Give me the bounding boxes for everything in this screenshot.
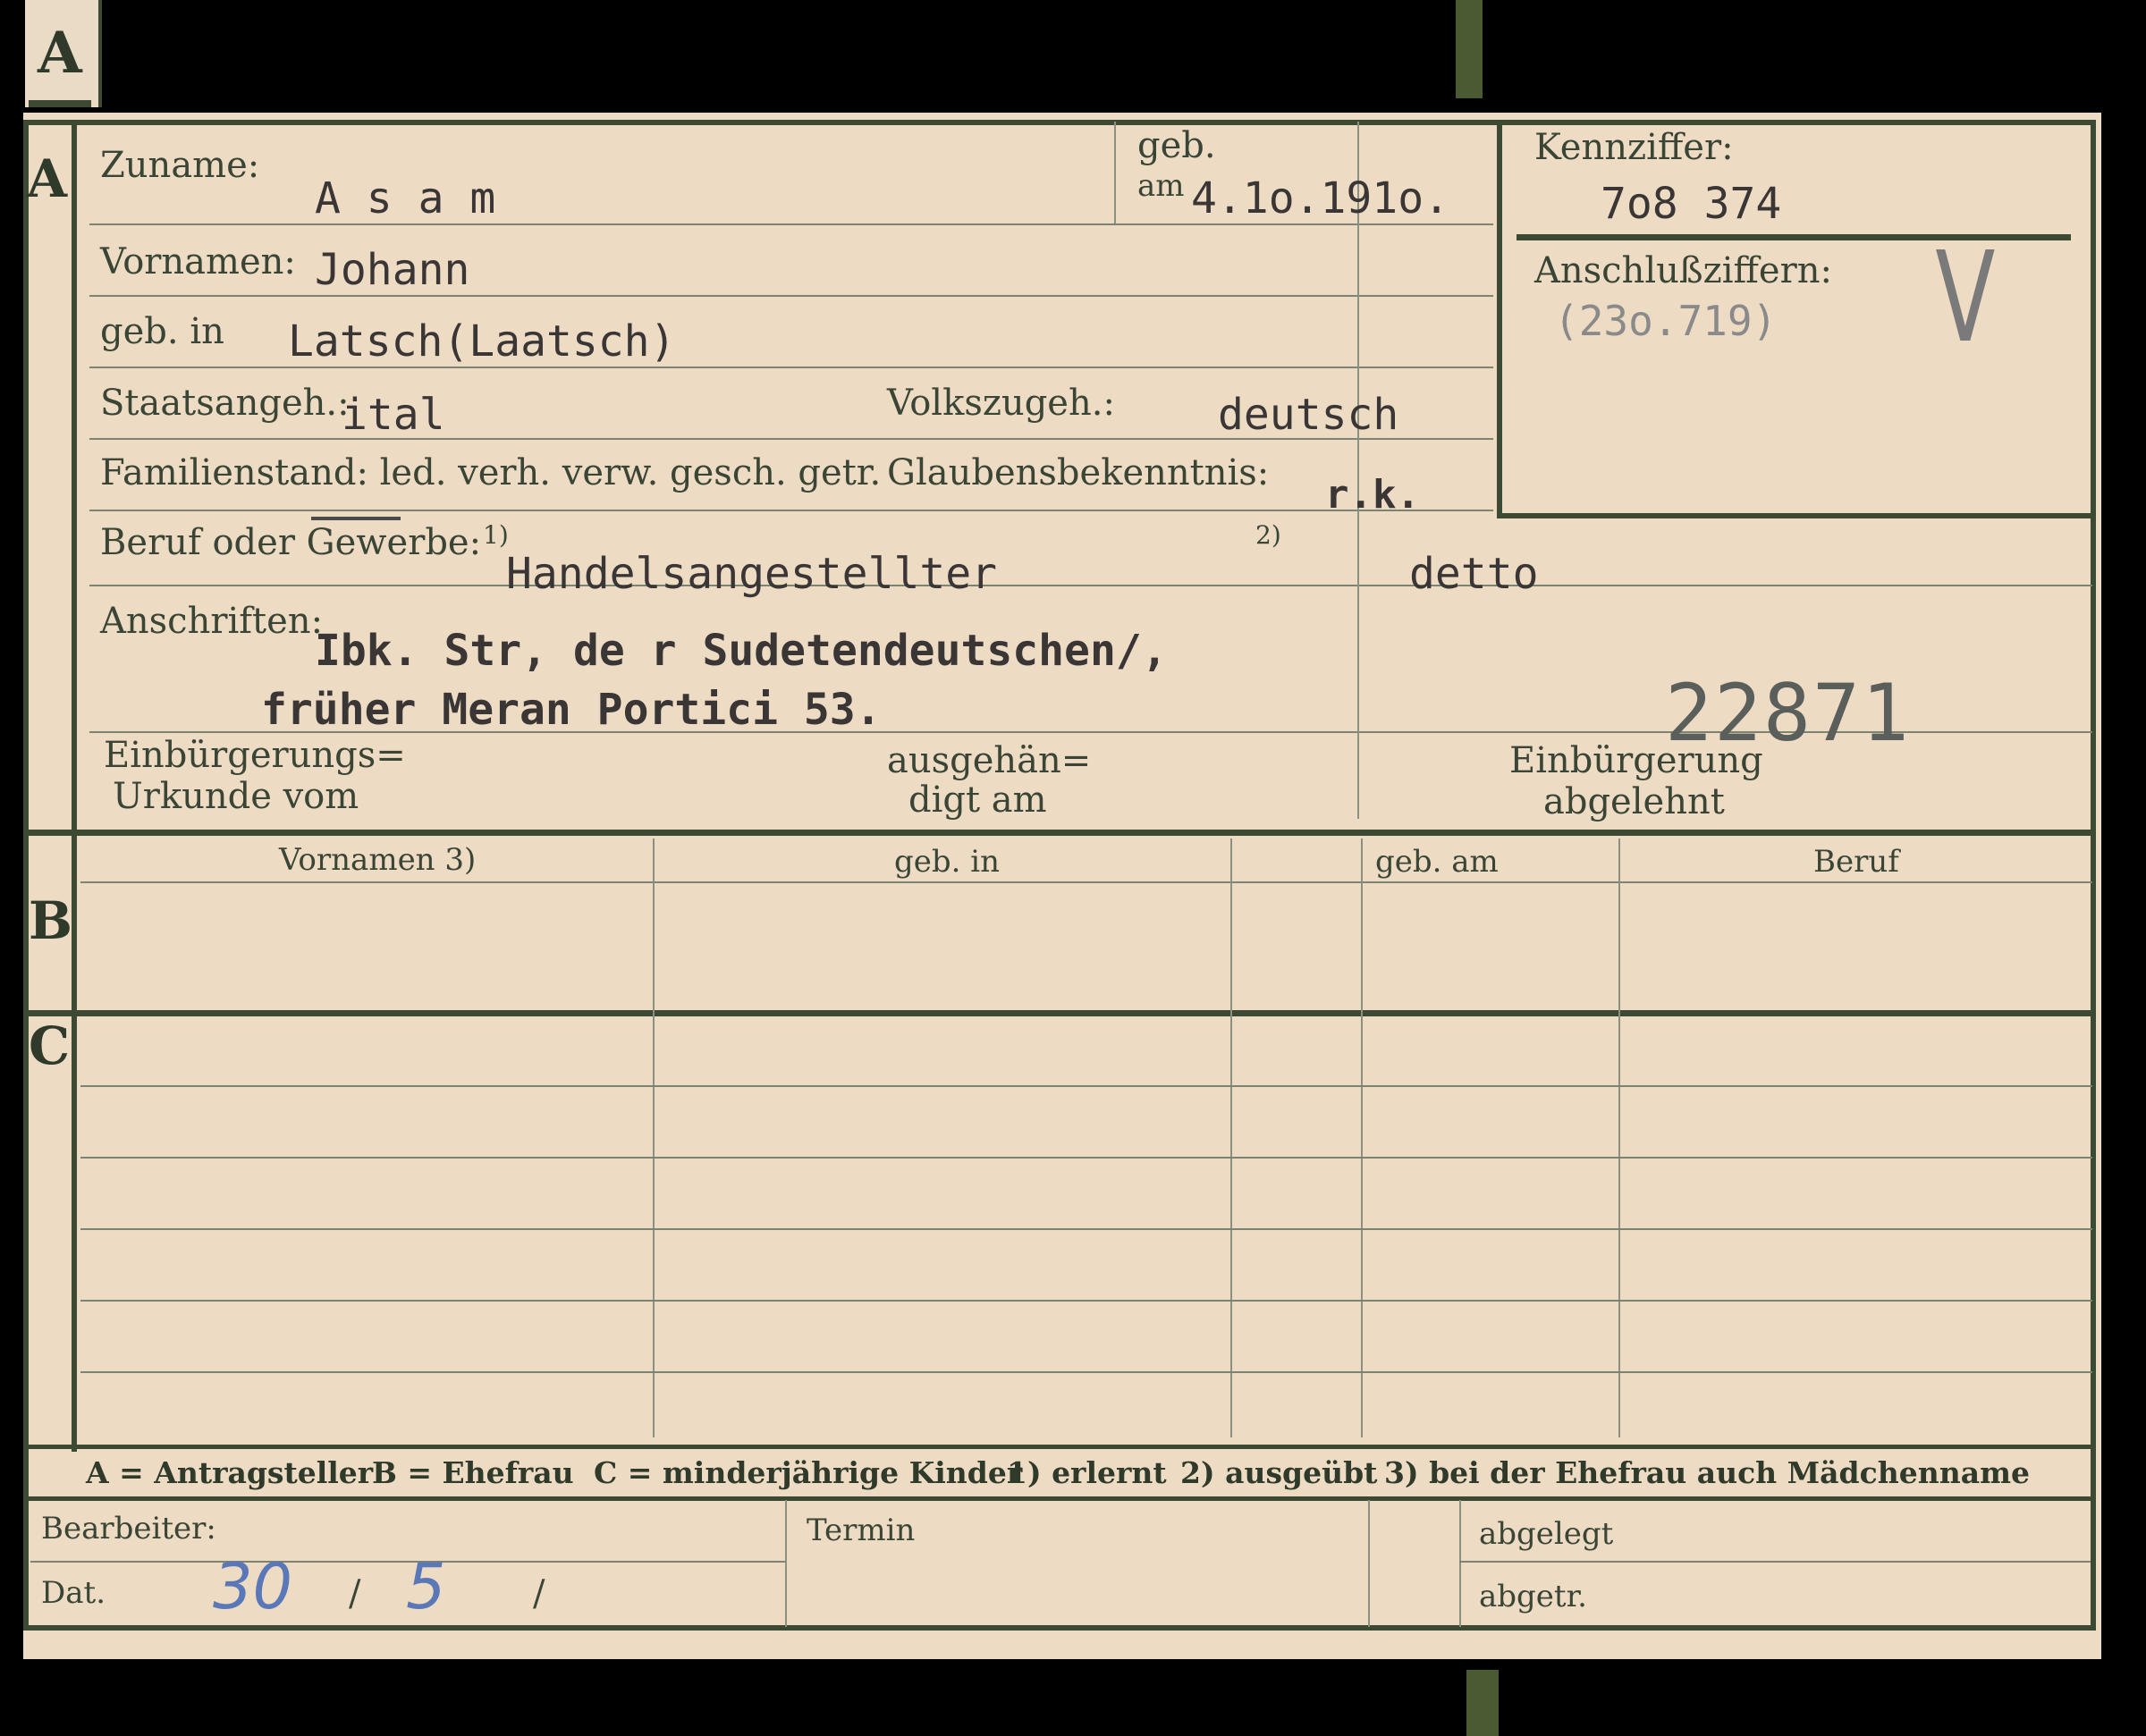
label-einb-urkunde-1: Einbürgerungs= bbox=[104, 735, 406, 776]
value-anschlussziffern: (23o.719) bbox=[1554, 297, 1778, 345]
value-anschrift-1: Ibk. Str, de r Sudetendeutschen/, bbox=[315, 626, 1168, 676]
dat-separator-2: / bbox=[533, 1573, 545, 1614]
value-staatsangeh: ital bbox=[342, 390, 445, 440]
value-glaubensbekenntnis: r.k. bbox=[1325, 472, 1420, 518]
label-am: am bbox=[1137, 168, 1185, 204]
divider-section-b-c bbox=[23, 1010, 2096, 1016]
footer-line-right bbox=[1459, 1561, 2091, 1563]
index-tab-letter: A bbox=[38, 20, 82, 87]
table-c-row-line bbox=[80, 1371, 2092, 1373]
table-c-row-line bbox=[80, 1085, 2092, 1087]
section-b-letter: B bbox=[29, 890, 73, 951]
line-familienstand bbox=[89, 510, 1493, 511]
check-mark: V bbox=[1935, 225, 1996, 371]
table-c-row-line bbox=[80, 1300, 2092, 1302]
table-vline-1 bbox=[653, 839, 655, 1437]
table-b-header-line bbox=[80, 881, 2092, 883]
table-b-header-geb-am: geb. am bbox=[1375, 844, 1499, 880]
label-termin: Termin bbox=[807, 1513, 916, 1548]
label-vornamen: Vornamen: bbox=[100, 241, 296, 282]
legend-bottom-rule bbox=[23, 1496, 2096, 1501]
label-abgetr: abgetr. bbox=[1479, 1579, 1587, 1614]
legend-c: C = minderjährige Kinder bbox=[594, 1455, 1023, 1490]
table-b-header-geb-in: geb. in bbox=[894, 844, 1001, 880]
label-bearbeiter: Bearbeiter: bbox=[41, 1511, 216, 1546]
value-dat-day: 30 bbox=[213, 1550, 293, 1623]
label-dat: Dat. bbox=[41, 1575, 106, 1611]
table-vline-3 bbox=[1361, 839, 1363, 1437]
table-c-row-line bbox=[80, 1157, 2092, 1159]
label-kennziffer: Kennziffer: bbox=[1534, 127, 1734, 168]
label-einb-urkunde-2: Urkunde vom bbox=[113, 776, 359, 817]
value-anschrift-2: früher Meran Portici 53. bbox=[261, 685, 882, 735]
value-beruf-ausgeuebt: detto bbox=[1409, 549, 1539, 599]
label-einb-abgelehnt-1: Einbürgerung bbox=[1509, 740, 1763, 781]
footer-vline-2 bbox=[1368, 1500, 1370, 1627]
line-zuname bbox=[89, 223, 1493, 225]
label-einb-abgelehnt-2: abgelehnt bbox=[1543, 781, 1725, 822]
dat-separator-1: / bbox=[349, 1573, 361, 1614]
legend-top-rule bbox=[23, 1445, 2096, 1449]
table-c-row-line bbox=[80, 1228, 2092, 1230]
table-vline-2 bbox=[1230, 839, 1232, 1437]
footer-vline-3 bbox=[1459, 1500, 1461, 1627]
table-b-header-vornamen: Vornamen 3) bbox=[279, 842, 477, 878]
familienstand-underline bbox=[311, 517, 401, 520]
label-abgelegt: abgelegt bbox=[1479, 1516, 1614, 1552]
section-c-letter: C bbox=[29, 1015, 71, 1076]
label-familienstand: Familienstand: led. verh. verw. gesch. g… bbox=[100, 452, 882, 493]
legend-n3: 3) bei der Ehefrau auch Mädchenname bbox=[1384, 1455, 2030, 1490]
label-geb: geb. bbox=[1137, 125, 1216, 166]
legend-b: B = Ehefrau bbox=[372, 1455, 574, 1490]
value-geb-in: Latsch(Laatsch) bbox=[288, 316, 676, 367]
legend-n2: 2) ausgeübt bbox=[1180, 1455, 1378, 1490]
label-anschlussziffern: Anschlußziffern: bbox=[1534, 250, 1832, 291]
table-vline-4 bbox=[1618, 839, 1620, 1437]
vline-center bbox=[1357, 122, 1359, 819]
value-beruf-erlernt: Handelsangestellter bbox=[506, 549, 998, 599]
registration-card: A B C Zuname: A s a m geb. am 4.1o.191o.… bbox=[23, 113, 2101, 1659]
value-vornamen: Johann bbox=[315, 245, 470, 295]
index-tab: A bbox=[25, 0, 102, 107]
value-kennziffer: 7o8 374 bbox=[1601, 179, 1782, 229]
value-volkszugeh: deutsch bbox=[1218, 390, 1399, 440]
line-beruf bbox=[89, 585, 2092, 586]
label-staatsangeh: Staatsangeh.: bbox=[100, 383, 350, 424]
label-glaubensbekenntnis: Glaubensbekenntnis: bbox=[887, 452, 1270, 493]
note-marker-2: 2) bbox=[1255, 520, 1281, 550]
left-margin-line bbox=[72, 120, 77, 1452]
legend-n1: 1) erlernt bbox=[1007, 1455, 1167, 1490]
line-vornamen bbox=[89, 295, 1493, 297]
vline-geb bbox=[1114, 122, 1116, 223]
value-geb-datum: 4.1o.191o. bbox=[1191, 173, 1449, 223]
label-ausgehaendigt-1: ausgehän= bbox=[887, 740, 1092, 781]
label-geb-in: geb. in bbox=[100, 311, 224, 352]
table-b-header-beruf: Beruf bbox=[1813, 844, 1899, 880]
label-zuname: Zuname: bbox=[100, 145, 260, 186]
divider-section-a-b bbox=[23, 830, 2096, 836]
film-stripe-top bbox=[1456, 0, 1483, 98]
note-marker-1: 1) bbox=[483, 520, 509, 550]
index-tab-bar bbox=[29, 100, 91, 107]
film-stripe-bottom bbox=[1466, 1670, 1499, 1736]
legend-a: A = Antragsteller bbox=[86, 1455, 374, 1490]
section-a-letter: A bbox=[27, 148, 68, 209]
value-zuname: A s a m bbox=[315, 173, 496, 223]
label-volkszugeh: Volkszugeh.: bbox=[887, 383, 1115, 424]
value-dat-month: 5 bbox=[406, 1550, 446, 1623]
label-beruf: Beruf oder Gewerbe: bbox=[100, 522, 482, 563]
label-anschriften: Anschriften: bbox=[100, 601, 324, 642]
line-geb-in bbox=[89, 367, 1493, 368]
label-ausgehaendigt-2: digt am bbox=[908, 780, 1047, 821]
footer-vline-1 bbox=[785, 1500, 787, 1627]
